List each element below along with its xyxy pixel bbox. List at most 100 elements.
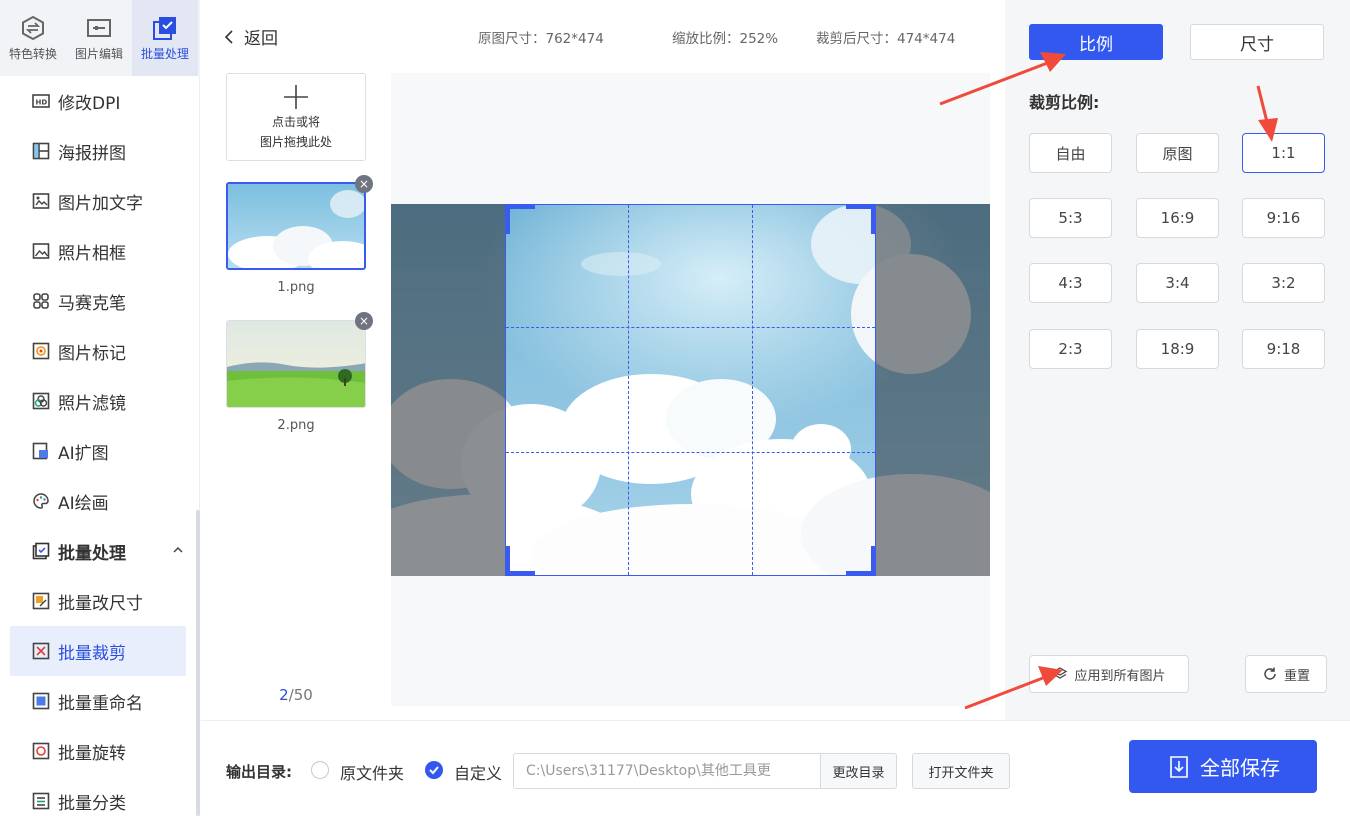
sidebar: 特色转换 图片编辑 批量处理 HD 修改DPI 海报拼图 图片加文字 照片相框 xyxy=(0,0,200,816)
back-label: 返回 xyxy=(244,29,278,49)
menu-label: 批量改尺寸 xyxy=(58,593,143,614)
sidebar-scrollbar[interactable] xyxy=(196,510,200,816)
menu-item-batch-crop[interactable]: 批量裁剪 xyxy=(10,626,186,676)
ratio-3-2[interactable]: 3:2 xyxy=(1242,263,1325,303)
back-button[interactable]: 返回 xyxy=(222,24,278,49)
tab-ratio[interactable]: 比例 xyxy=(1029,24,1163,60)
menu-item-mosaic[interactable]: 马赛克笔 xyxy=(0,276,198,326)
menu-label: 批量旋转 xyxy=(58,743,126,764)
crop-handle-bottom-left[interactable] xyxy=(505,546,535,576)
save-all-button[interactable]: 全部保存 xyxy=(1129,740,1317,793)
filter-icon xyxy=(32,392,50,410)
menu-label: AI扩图 xyxy=(58,443,109,464)
crop-box[interactable] xyxy=(505,204,876,576)
reset-button[interactable]: 重置 xyxy=(1245,655,1327,693)
ratio-5-3[interactable]: 5:3 xyxy=(1029,198,1112,238)
remove-thumbnail-1-icon[interactable]: × xyxy=(355,175,373,193)
thumbnail-1[interactable] xyxy=(226,182,366,270)
current-page: 2 xyxy=(279,686,289,704)
original-size: 原图尺寸：762*474 xyxy=(478,31,604,47)
menu-label: 图片标记 xyxy=(58,343,126,364)
menu-item-batch-rotate[interactable]: 批量旋转 xyxy=(0,726,198,776)
topnav-label: 批量处理 xyxy=(140,46,189,61)
image-edit-icon xyxy=(87,18,111,37)
ratio-1-1[interactable]: 1:1 xyxy=(1242,133,1325,173)
upload-line1: 点击或将 xyxy=(271,115,320,129)
menu-label: 批量裁剪 xyxy=(58,643,126,664)
output-dir-label: 输出目录: xyxy=(226,763,292,781)
ratio-free[interactable]: 自由 xyxy=(1029,133,1112,173)
download-icon xyxy=(1170,755,1188,778)
save-all-label: 全部保存 xyxy=(1200,756,1280,780)
crop-handle-bottom-right[interactable] xyxy=(846,546,876,576)
topnav-convert[interactable]: 特色转换 xyxy=(0,0,66,76)
crop-canvas xyxy=(391,73,990,706)
cropped-size: 裁剪后尺寸：474*474 xyxy=(816,31,956,47)
layers-icon xyxy=(1053,667,1068,679)
mosaic-icon xyxy=(33,293,49,309)
tab-size[interactable]: 尺寸 xyxy=(1190,24,1324,60)
output-path-input[interactable]: C:\Users\31177\Desktop\其他工具更 xyxy=(513,753,821,789)
hd-icon: HD xyxy=(32,94,50,108)
apply-to-all-button[interactable]: 应用到所有图片 xyxy=(1029,655,1189,693)
menu-item-batch-rename[interactable]: 批量重命名 xyxy=(0,676,198,726)
ratio-label: 裁剪比例: xyxy=(1029,93,1100,112)
ratio-3-4[interactable]: 3:4 xyxy=(1136,263,1219,303)
custom-folder-label[interactable]: 自定义 xyxy=(454,760,502,784)
menu-item-dpi[interactable]: HD 修改DPI xyxy=(0,76,198,126)
chevron-up-icon[interactable] xyxy=(172,544,184,556)
image-preview[interactable] xyxy=(391,204,990,576)
upload-dropzone[interactable]: 点击或将 图片拖拽此处 xyxy=(226,73,366,161)
batch-check-icon xyxy=(32,542,50,560)
menu-item-poster[interactable]: 海报拼图 xyxy=(0,126,198,176)
ratio-2-3[interactable]: 2:3 xyxy=(1029,329,1112,369)
ai-expand-icon xyxy=(32,442,48,460)
menu-section-batch[interactable]: 批量处理 xyxy=(0,526,198,576)
ratio-original[interactable]: 原图 xyxy=(1136,133,1219,173)
ratio-9-16[interactable]: 9:16 xyxy=(1242,198,1325,238)
ratio-16-9[interactable]: 16:9 xyxy=(1136,198,1219,238)
marker-icon xyxy=(32,342,50,360)
menu-item-ai-paint[interactable]: AI绘画 xyxy=(0,476,198,526)
menu-item-marker[interactable]: 图片标记 xyxy=(0,326,198,376)
ratio-18-9[interactable]: 18:9 xyxy=(1136,329,1219,369)
menu-item-batch-resize[interactable]: 批量改尺寸 xyxy=(0,576,198,626)
svg-text:HD: HD xyxy=(36,99,48,107)
menu-label: 照片相框 xyxy=(58,243,126,264)
menu-label: 图片加文字 xyxy=(58,193,143,214)
menu-section-label: 批量处理 xyxy=(58,543,126,564)
crop-grid-line xyxy=(628,205,629,575)
menu-label: 海报拼图 xyxy=(58,143,126,164)
topnav-label: 特色转换 xyxy=(8,46,57,61)
change-dir-button[interactable]: 更改目录 xyxy=(820,753,897,789)
menu-item-ai-expand[interactable]: AI扩图 xyxy=(0,426,198,476)
open-folder-button[interactable]: 打开文件夹 xyxy=(912,753,1010,789)
crop-grid-line xyxy=(752,205,753,575)
reset-label: 重置 xyxy=(1283,668,1310,684)
thumbnail-1-name: 1.png xyxy=(277,280,315,295)
ratio-9-18[interactable]: 9:18 xyxy=(1242,329,1325,369)
original-folder-label[interactable]: 原文件夹 xyxy=(340,760,404,784)
crop-handle-top-left[interactable] xyxy=(505,204,535,234)
side-menu: HD 修改DPI 海报拼图 图片加文字 照片相框 马赛克笔 图片标记 照片滤镜 xyxy=(0,76,198,816)
thumbnail-2[interactable] xyxy=(226,320,366,408)
crop-handle-top-right[interactable] xyxy=(846,204,876,234)
radio-original-folder[interactable] xyxy=(311,761,329,779)
menu-item-batch-classify[interactable]: 批量分类 xyxy=(0,776,198,816)
menu-item-add-text[interactable]: 图片加文字 xyxy=(0,176,198,226)
menu-label: AI绘画 xyxy=(58,493,109,514)
menu-item-filter[interactable]: 照片滤镜 xyxy=(0,376,198,426)
radio-custom-folder[interactable] xyxy=(425,761,443,779)
crop-grid-line xyxy=(506,452,875,453)
ratio-4-3[interactable]: 4:3 xyxy=(1029,263,1112,303)
menu-item-frame[interactable]: 照片相框 xyxy=(0,226,198,276)
resize-icon xyxy=(32,592,50,610)
field-thumbnail-image xyxy=(227,321,365,407)
zoom-ratio: 缩放比例：252% xyxy=(672,31,779,47)
text-image-icon xyxy=(32,193,50,209)
menu-label: 马赛克笔 xyxy=(58,293,126,314)
remove-thumbnail-2-icon[interactable]: × xyxy=(355,312,373,330)
topnav-image-edit[interactable]: 图片编辑 xyxy=(66,0,132,76)
topnav-batch[interactable]: 批量处理 xyxy=(132,0,198,76)
ai-paint-icon xyxy=(33,493,49,509)
